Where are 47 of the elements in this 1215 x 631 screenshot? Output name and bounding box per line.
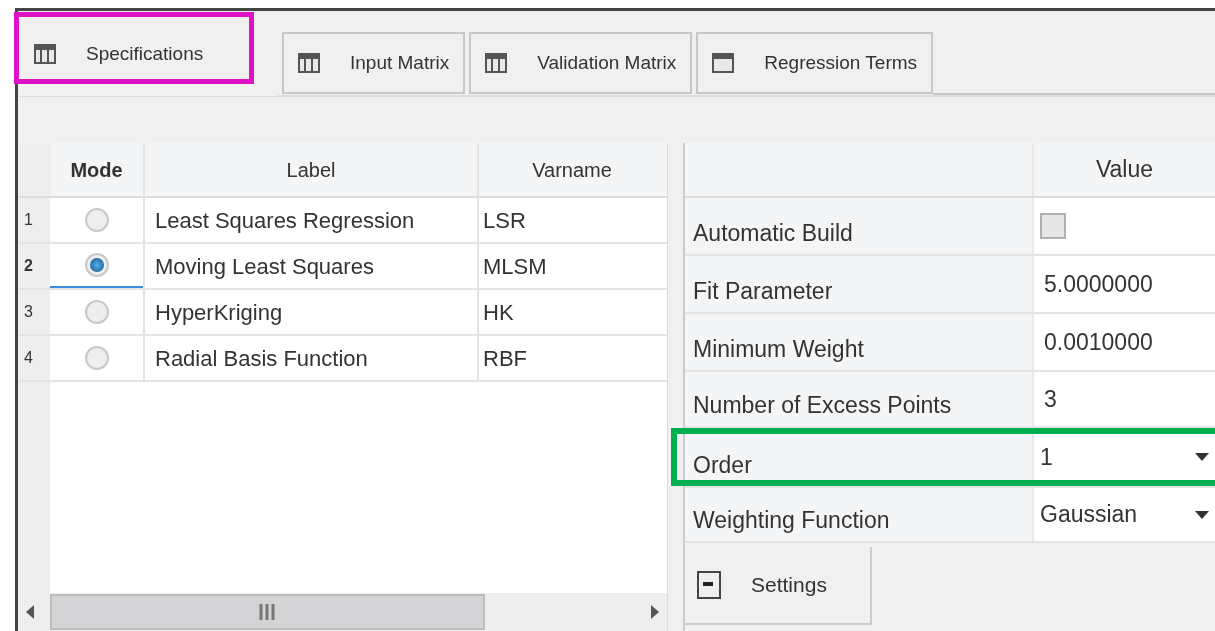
settings-tab[interactable]: Settings: [685, 547, 872, 625]
table-cell: Moving Least Squares: [143, 244, 477, 288]
scroll-left-icon[interactable]: [26, 605, 34, 619]
caret-icon: [1195, 453, 1209, 461]
table-cell: HK: [477, 290, 665, 334]
radio-button[interactable]: [84, 253, 109, 277]
row-number: 4: [18, 336, 50, 380]
table-icon: [712, 53, 735, 73]
property-label: Minimum Weight: [685, 314, 1032, 370]
row-number: 3: [18, 290, 50, 334]
property-label: Weighting Function: [685, 488, 1032, 541]
scrollbar-thumb[interactable]: [50, 594, 485, 630]
table-cell: MLSM: [477, 244, 665, 288]
table-cell: Least Squares Regression: [143, 198, 477, 242]
tab[interactable]: Regression Terms: [696, 32, 934, 94]
tab[interactable]: Input Matrix: [282, 32, 466, 94]
radio-button[interactable]: [84, 346, 109, 370]
property-label: Fit Parameter: [685, 256, 1032, 312]
row-number: 2: [18, 244, 50, 288]
table-cell: Radial Basis Function: [143, 336, 477, 380]
tab[interactable]: Validation Matrix: [469, 32, 693, 94]
table-icon: [34, 44, 56, 64]
radio-button[interactable]: [84, 300, 109, 324]
table-cell: LSR: [477, 198, 665, 242]
column-header[interactable]: Mode: [50, 143, 143, 196]
dropdown[interactable]: Gaussian: [1040, 497, 1209, 532]
table-icon: [298, 53, 320, 73]
column-header[interactable]: Varname: [477, 143, 665, 196]
caret-icon: [1195, 510, 1209, 519]
grip-icon: [258, 604, 277, 620]
value-field[interactable]: 0.0010000: [1040, 324, 1153, 360]
settings-icon: [697, 571, 721, 599]
column-header[interactable]: Value: [1032, 143, 1215, 196]
property-label: Automatic Build: [685, 198, 1032, 254]
property-label: Number of Excess Points: [685, 372, 1032, 426]
row-number: 1: [18, 198, 50, 242]
value-field[interactable]: 3: [1040, 381, 1057, 417]
horizontal-scrollbar[interactable]: [18, 593, 667, 631]
scroll-right-icon[interactable]: [651, 605, 659, 619]
checkbox[interactable]: [1040, 213, 1066, 239]
table-cell: HyperKriging: [143, 290, 477, 334]
radio-button[interactable]: [84, 208, 109, 232]
column-header[interactable]: Label: [143, 143, 477, 196]
table-icon: [485, 53, 508, 73]
value-field[interactable]: 5.0000000: [1040, 266, 1153, 302]
dropdown[interactable]: 1: [1040, 439, 1209, 475]
table-cell: RBF: [477, 336, 665, 380]
